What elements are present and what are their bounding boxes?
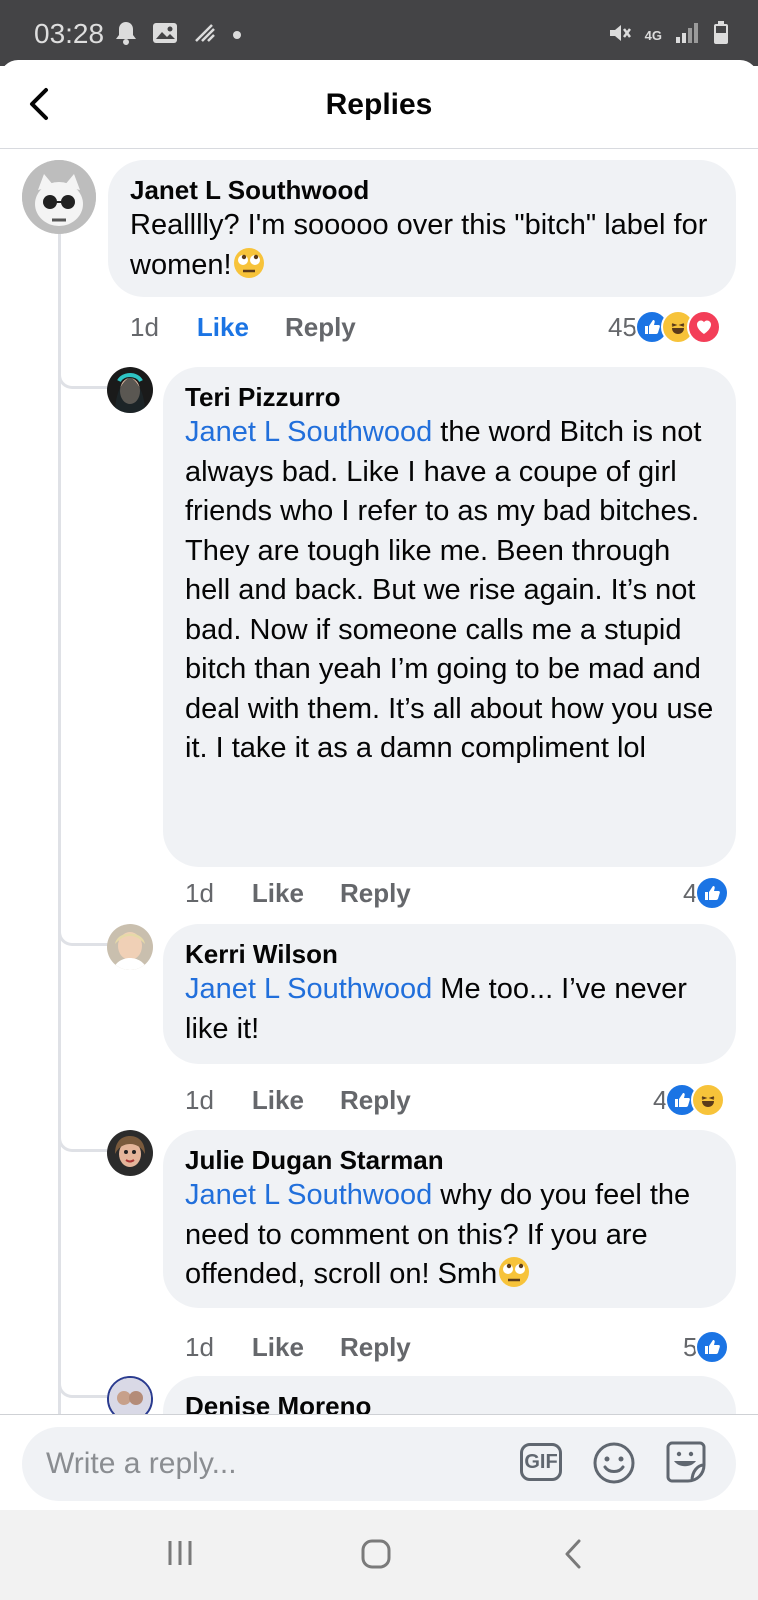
thread-connector (58, 1373, 113, 1398)
like-button[interactable]: Like (252, 1332, 304, 1363)
avatar[interactable] (107, 367, 153, 413)
bell-icon (114, 20, 138, 51)
thread-connector (58, 1127, 113, 1152)
like-button[interactable]: Like (252, 1085, 304, 1116)
signal-icon (674, 21, 700, 50)
comment-time: 1d (185, 1085, 214, 1115)
reaction-summary[interactable]: 5 (683, 1330, 730, 1364)
status-bar: 03:28 4G (0, 0, 758, 66)
comment-actions: 1d Like Reply (185, 878, 411, 909)
reply-button[interactable]: Reply (340, 1332, 411, 1363)
thread-connector (58, 921, 113, 946)
emoji-icon[interactable] (592, 1441, 636, 1490)
comment-text: Janet L Southwood Me too... I’ve never l… (185, 970, 714, 1049)
profile-photo-icon (107, 924, 153, 970)
comment-thread[interactable]: Janet L Southwood Realllly? I'm sooooo o… (0, 149, 758, 1474)
like-button[interactable]: Like (252, 878, 304, 909)
comment-text: Realllly? I'm sooooo over this "bitch" l… (130, 206, 714, 285)
comment-bubble[interactable]: Julie Dugan Starman Janet L Southwood wh… (163, 1130, 736, 1308)
comment-text: Janet L Southwood why do you feel the ne… (185, 1176, 714, 1295)
comment-body: the word Bitch is not always bad. Like I… (185, 416, 714, 764)
status-left-icons (114, 20, 242, 51)
sticker-icon[interactable] (662, 1439, 710, 1492)
mention-link[interactable]: Janet L Southwood (185, 973, 432, 1005)
reaction-summary[interactable]: 4 (683, 876, 730, 910)
avatar[interactable] (22, 160, 96, 234)
cat-avatar-icon (22, 160, 96, 234)
mute-icon (607, 21, 633, 50)
reply-button[interactable]: Reply (340, 878, 411, 909)
comment-time: 1d (185, 878, 214, 908)
reply-button[interactable]: Reply (340, 1085, 411, 1116)
status-time: 03:28 (34, 18, 105, 49)
comment-bubble[interactable]: Kerri Wilson Janet L Southwood Me too...… (163, 924, 736, 1064)
thread-line (58, 227, 61, 1474)
comment-time: 1d (130, 312, 159, 342)
mention-link[interactable]: Janet L Southwood (185, 416, 432, 448)
reaction-summary[interactable]: 4 (653, 1083, 726, 1117)
like-button[interactable]: Like (197, 312, 249, 343)
like-reaction-icon (695, 876, 730, 910)
comment-actions: 1d Like Reply (130, 312, 356, 343)
haha-reaction-icon (691, 1083, 726, 1117)
page-title: Replies (325, 88, 433, 121)
comment-author[interactable]: Teri Pizzurro (185, 381, 714, 413)
comment-text: Janet L Southwood the word Bitch is not … (185, 413, 714, 769)
reaction-count: 45 (608, 311, 637, 342)
reply-input-placeholder: Write a reply... (46, 1447, 237, 1480)
top-bar: Replies (0, 60, 758, 149)
network-type-icon: 4G (645, 29, 662, 42)
back-icon[interactable] (562, 1538, 586, 1575)
nfc-icon (192, 21, 218, 50)
comment-bubble[interactable]: Teri Pizzurro Janet L Southwood the word… (163, 367, 736, 867)
avatar[interactable] (107, 1130, 153, 1176)
profile-photo-icon (107, 1130, 153, 1176)
comment-actions: 1d Like Reply (185, 1332, 411, 1363)
dot-icon (232, 21, 242, 50)
comment-author[interactable]: Janet L Southwood (130, 174, 714, 206)
comment-author[interactable]: Kerri Wilson (185, 938, 714, 970)
comment-author[interactable]: Julie Dugan Starman (185, 1144, 714, 1176)
reaction-summary[interactable]: 45 (608, 310, 721, 344)
comment-time: 1d (185, 1332, 214, 1362)
love-reaction-icon (686, 310, 721, 344)
battery-icon (712, 20, 730, 51)
mention-link[interactable]: Janet L Southwood (185, 1179, 432, 1211)
comment-body: Realllly? I'm sooooo over this "bitch" l… (130, 209, 708, 281)
avatar[interactable] (107, 924, 153, 970)
home-icon[interactable] (360, 1538, 392, 1575)
replies-sheet: Replies Janet L Southwood Realllly? I'm … (0, 60, 758, 1510)
profile-photo-icon (107, 367, 153, 413)
reply-input[interactable]: Write a reply... GIF (22, 1427, 736, 1501)
rolling-eyes-emoji-icon (497, 1257, 531, 1290)
rolling-eyes-emoji-icon (232, 247, 266, 281)
like-reaction-icon (695, 1330, 730, 1364)
reply-composer: Write a reply... GIF (0, 1414, 758, 1511)
system-nav-bar (0, 1510, 758, 1600)
comment-bubble[interactable]: Janet L Southwood Realllly? I'm sooooo o… (108, 160, 736, 297)
thread-connector (58, 364, 113, 389)
recent-apps-icon[interactable] (165, 1538, 195, 1573)
reply-button[interactable]: Reply (285, 312, 356, 343)
status-right-icons: 4G (607, 20, 730, 51)
comment-actions: 1d Like Reply (185, 1085, 411, 1116)
gif-button[interactable]: GIF (520, 1443, 562, 1481)
network-label: 4G (644, 28, 662, 43)
image-icon (152, 21, 178, 50)
